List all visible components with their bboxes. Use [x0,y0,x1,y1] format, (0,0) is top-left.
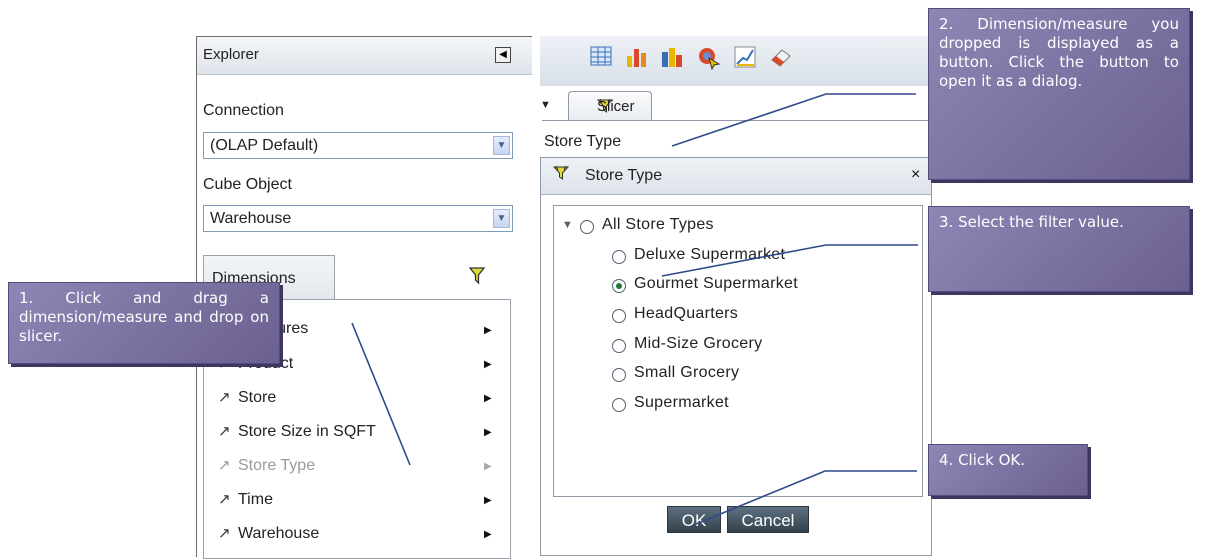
callout-step3: 3. Select the filter value. [928,206,1190,292]
connector-step4 [695,470,917,525]
callout-step4-text: 4. Click OK. [939,451,1026,469]
callout-step1: 1. Click and drag a dimension/measure an… [8,282,280,364]
callout-step3-text: 3. Select the filter value. [939,213,1124,231]
connector-step2 [671,93,916,147]
callout-step2-text: 2. Dimension/measure you dropped is disp… [939,15,1179,90]
connector-step1 [351,322,411,466]
callout-step4: 4. Click OK. [928,444,1088,496]
connector-step3 [661,244,918,277]
callout-step2: 2. Dimension/measure you dropped is disp… [928,8,1190,180]
callout-step1-text: 1. Click and drag a dimension/measure an… [19,289,269,345]
